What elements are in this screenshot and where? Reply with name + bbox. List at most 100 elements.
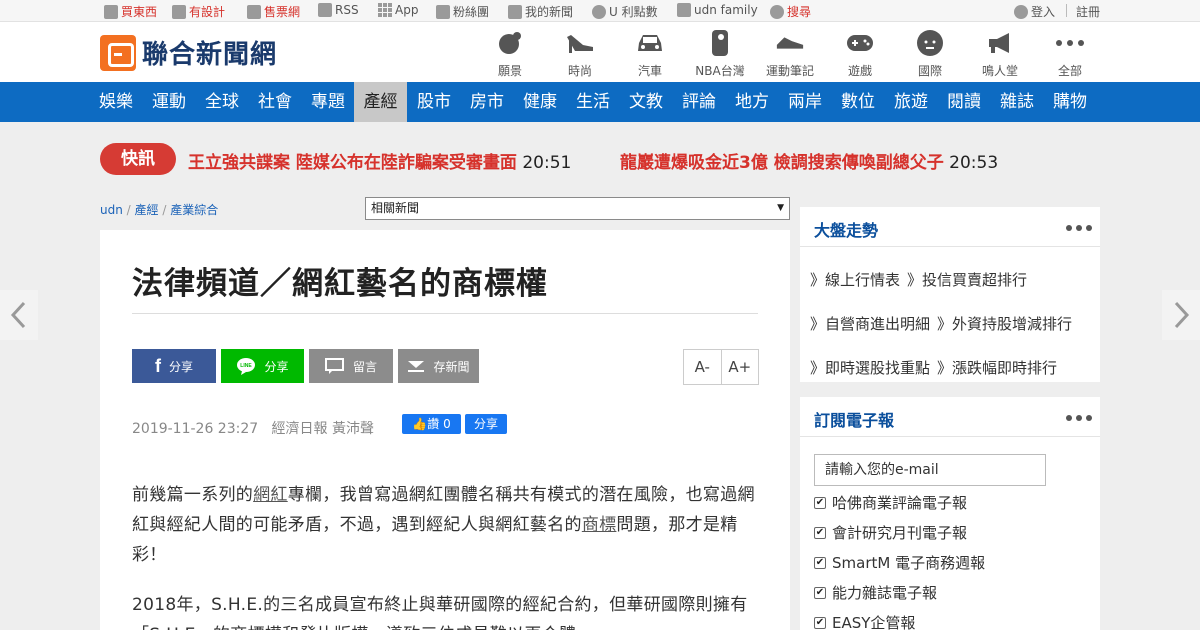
newsletter-option[interactable]: ✔ 哈佛商業評論電子報 [814, 492, 967, 513]
utility-bar: 買東西 有設計 售票網 RSS App 粉絲團 我的新聞 U 利點數 udn f… [0, 0, 1200, 22]
market-link[interactable]: 》線上行情表 [810, 269, 900, 290]
market-link[interactable]: 》漲跌幅即時排行 [937, 357, 1057, 378]
channel-sports-notes[interactable]: 運動筆記 [755, 28, 825, 79]
panel-title: 大盤走勢 [814, 221, 879, 240]
chevron-right-icon [1174, 301, 1190, 329]
facebook-f-icon: f [154, 355, 161, 376]
line-icon: LINE [236, 357, 256, 375]
keyword-link[interactable]: 商標 [582, 515, 617, 535]
font-decrease-button[interactable]: A- [684, 350, 721, 384]
market-link[interactable]: 》外資持股增減排行 [937, 313, 1072, 334]
article-paragraph: 前幾篇一系列的網紅專欄，我曾寫過網紅團體名稱共有模式的潛在風險，也寫過網紅與經紀… [132, 485, 755, 565]
next-article-button[interactable] [1162, 290, 1200, 340]
keyword-link[interactable]: 網紅 [253, 485, 288, 505]
newsletter-option[interactable]: ✔ EASY企管報 [814, 612, 915, 630]
nav-item[interactable]: 兩岸 [781, 82, 829, 122]
market-panel: 大盤走勢 》線上行情表 》投信買賣超排行 》自營商進出明細 》外資持股增減排行 … [800, 207, 1100, 382]
points-icon [592, 4, 606, 19]
nav-item[interactable]: 房市 [463, 82, 511, 122]
topbar-link-fans[interactable]: 粉絲團 [436, 3, 489, 20]
save-news-button[interactable]: 存新聞 [398, 349, 479, 383]
high-heel-icon [565, 28, 595, 58]
udn-logo-icon [100, 34, 136, 71]
nav-item[interactable]: 評論 [675, 82, 723, 122]
channel-fashion[interactable]: 時尚 [545, 28, 615, 79]
nav-item[interactable]: 雜誌 [993, 82, 1041, 122]
nav-item[interactable]: 文教 [622, 82, 670, 122]
topbar-link-app[interactable]: App [378, 3, 418, 17]
newsletter-option[interactable]: ✔ 會計研究月刊電子報 [814, 522, 967, 543]
checkbox-checked-icon[interactable]: ✔ [814, 556, 826, 569]
sneaker-icon [775, 28, 805, 58]
comment-button[interactable]: 留言 [309, 349, 393, 383]
email-field[interactable]: 請輸入您的e-mail [814, 454, 1046, 486]
checkbox-checked-icon[interactable]: ✔ [814, 496, 826, 509]
channel-car[interactable]: 汽車 [615, 28, 685, 79]
gamepad-icon [845, 28, 875, 58]
breaking-item[interactable]: 龍巖遭爆吸金近3億 檢調搜索傳喚副總父子 20:53 [620, 148, 998, 173]
checkbox-checked-icon[interactable]: ✔ [814, 586, 826, 599]
nav-item[interactable]: 購物 [1046, 82, 1094, 122]
topbar-link-rss[interactable]: RSS [318, 3, 359, 17]
more-dots-icon[interactable] [1066, 415, 1092, 421]
market-link[interactable]: 》投信買賣超排行 [907, 269, 1027, 290]
more-dots-icon[interactable] [1066, 225, 1092, 231]
channel-nba[interactable]: NBA台灣 [685, 28, 755, 79]
newsletter-option[interactable]: ✔ 能力雜誌電子報 [814, 582, 937, 603]
site-logo[interactable]: 聯合新聞網 [100, 34, 277, 71]
checkbox-checked-icon[interactable]: ✔ [814, 526, 826, 539]
chevron-left-icon [10, 301, 26, 329]
fb-like-button[interactable]: 👍讚 0 [402, 414, 461, 434]
breadcrumb-home[interactable]: udn [100, 203, 123, 217]
channel-games[interactable]: 遊戲 [825, 28, 895, 79]
main-nav: 娛樂 運動 全球 社會 專題 產經 股市 房市 健康 生活 文教 評論 地方 兩… [0, 82, 1200, 122]
nav-item[interactable]: 健康 [516, 82, 564, 122]
fb-share-button[interactable]: 分享 [465, 414, 507, 434]
breaking-news-bar: 快訊 王立強共諜案 陸媒公布在陸詐騙案受審畫面 20:51 龍巖遭爆吸金近3億 … [100, 143, 1100, 175]
nav-item[interactable]: 數位 [834, 82, 882, 122]
share-line-button[interactable]: LINE 分享 [221, 349, 304, 383]
market-link[interactable]: 》自營商進出明細 [810, 313, 930, 334]
nav-item[interactable]: 地方 [728, 82, 776, 122]
nav-item[interactable]: 運動 [145, 82, 193, 122]
nav-item[interactable]: 股市 [410, 82, 458, 122]
thumbs-up-icon: 👍 [412, 417, 428, 431]
nav-item-active[interactable]: 產經 [354, 82, 407, 122]
channel-vision[interactable]: 願景 [475, 28, 545, 79]
related-news-select[interactable]: 相關新聞 ▼ [365, 197, 790, 220]
share-facebook-button[interactable]: f 分享 [132, 349, 216, 383]
newsletter-option[interactable]: ✔ SmartM 電子商務週報 [814, 552, 985, 573]
login-link[interactable]: 登入 [1014, 3, 1055, 20]
nav-item[interactable]: 生活 [569, 82, 617, 122]
channel-international[interactable]: 國際 [895, 28, 965, 79]
breaking-item[interactable]: 王立強共諜案 陸媒公布在陸詐騙案受審畫面 20:51 [188, 148, 571, 173]
topbar-link-ticket[interactable]: 售票網 [247, 3, 300, 20]
checkbox-checked-icon[interactable]: ✔ [814, 616, 826, 629]
article-card: 法律頻道／網紅藝名的商標權 f 分享 LINE 分享 留言 存新聞 A- A+ … [100, 230, 790, 630]
nav-item[interactable]: 娛樂 [92, 82, 140, 122]
prev-article-button[interactable] [0, 290, 38, 340]
topbar-link-shop[interactable]: 買東西 [104, 3, 157, 20]
nav-item[interactable]: 全球 [198, 82, 246, 122]
topbar-link-search[interactable]: 搜尋 [770, 3, 811, 20]
nav-item[interactable]: 旅遊 [887, 82, 935, 122]
topbar-link-design[interactable]: 有設計 [172, 3, 225, 20]
nav-item[interactable]: 專題 [304, 82, 352, 122]
panel-header: 大盤走勢 [800, 207, 1100, 247]
nav-item[interactable]: 社會 [251, 82, 299, 122]
channel-all[interactable]: 全部 [1035, 28, 1105, 79]
car-icon [635, 28, 665, 58]
channel-opinion[interactable]: 鳴人堂 [965, 28, 1035, 79]
grid-icon [378, 3, 392, 17]
facebook-icon [436, 4, 450, 19]
nav-item[interactable]: 閱讀 [940, 82, 988, 122]
font-increase-button[interactable]: A+ [720, 350, 759, 384]
breadcrumb-section[interactable]: 產經 [135, 203, 159, 217]
topbar-link-mynews[interactable]: 我的新聞 [508, 3, 573, 20]
topbar-link-family[interactable]: udn family [677, 3, 758, 17]
nba-icon [705, 28, 735, 58]
topbar-link-points[interactable]: U 利點數 [592, 3, 658, 20]
register-link[interactable]: 註冊 [1076, 3, 1100, 20]
breadcrumb-subsection[interactable]: 產業綜合 [170, 203, 218, 217]
market-link[interactable]: 》即時選股找重點 [810, 357, 930, 378]
